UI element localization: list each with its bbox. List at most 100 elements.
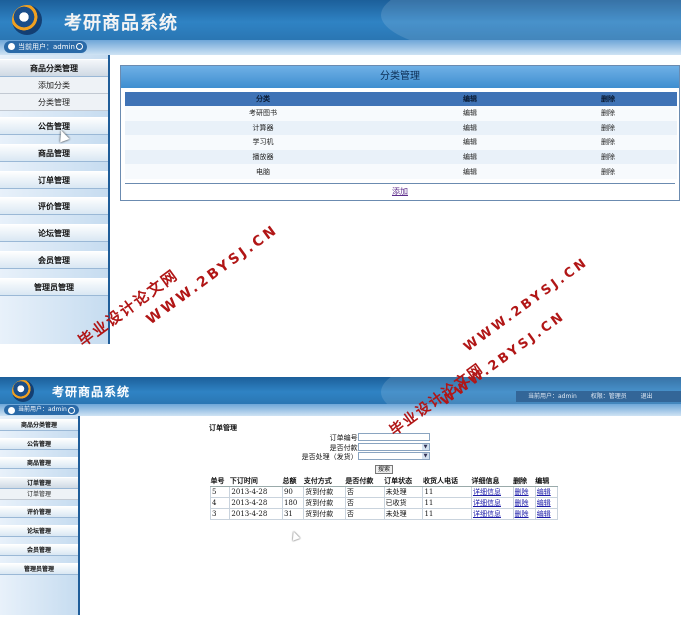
sidebar-submenu: 添加分类 分类管理 (0, 77, 108, 111)
detail-link[interactable]: 详细信息 (473, 499, 501, 507)
table-cell: 否 (344, 508, 385, 520)
sidebar-item[interactable]: 订单管理 (0, 476, 78, 489)
col-header: 是否付款 (345, 476, 385, 487)
category-name: 计算器 (125, 120, 401, 136)
sidebar-item[interactable]: 论坛管理 (0, 224, 108, 243)
edit-link[interactable]: 编辑 (537, 510, 551, 518)
col-header: 删除 (513, 476, 536, 487)
chevron-down-icon: ▼ (422, 453, 429, 459)
table-cell: 2013-4-28 (229, 497, 283, 509)
edit-link[interactable]: 编辑 (401, 120, 539, 136)
table-cell: 4 (209, 497, 231, 509)
detail-link[interactable]: 详细信息 (473, 488, 501, 496)
table-cell: 货到付款 (303, 508, 346, 520)
edit-link[interactable]: 编辑 (537, 488, 551, 496)
category-panel: 分类管理 分类 编辑 删除 考研图书 编辑 删除 计算器 编辑 删除 学习机 编辑 删除 播放器编… (120, 65, 680, 201)
table-cell: 详细信息 (470, 486, 514, 498)
sidebar-item[interactable]: 会员管理 (0, 543, 78, 556)
screenshot-category-management: 考研商品系统 当前用户：admin 商品分类管理 添加分类 分类管理 公告管理 商品管理… (0, 0, 681, 344)
col-header: 详细信息 (471, 476, 514, 487)
sidebar-item[interactable]: 商品管理 (0, 457, 78, 470)
edit-link[interactable]: 编辑 (401, 106, 539, 121)
delete-link[interactable]: 删除 (539, 135, 677, 150)
table-row: 播放器 编辑 删除 (125, 149, 677, 165)
panel-title: 分类管理 (121, 66, 679, 88)
sidebar-item[interactable]: 评价管理 (0, 197, 108, 216)
edit-link[interactable]: 编辑 (401, 149, 539, 165)
sidebar-item[interactable]: 管理员管理 (0, 563, 78, 576)
sidebar-item[interactable]: 会员管理 (0, 250, 108, 269)
sidebar-item[interactable]: 订单管理 (0, 170, 108, 189)
sidebar-item[interactable]: 论坛管理 (0, 524, 78, 537)
table-cell: 未处理 (383, 486, 424, 498)
mouse-cursor-icon (289, 529, 301, 542)
table-cell: 未处理 (383, 508, 424, 520)
user-icon (8, 43, 15, 50)
delete-link[interactable]: 删除 (515, 499, 529, 507)
refresh-icon[interactable] (75, 43, 83, 50)
delete-link[interactable]: 删除 (539, 120, 677, 136)
delete-link[interactable]: 删除 (539, 149, 677, 165)
sidebar-subitem[interactable]: 添加分类 (0, 77, 108, 94)
logout-link[interactable]: 退出 (641, 393, 653, 400)
current-user-pill: 当前用户：admin (4, 41, 87, 53)
header-user: 当前用户：admin (528, 393, 577, 400)
screenshot-order-management: 考研商品系统 当前用户：admin 权限：管理员 退出 当前用户：admin 商… (0, 377, 681, 615)
col-header: 单号 (210, 476, 230, 487)
delete-link[interactable]: 删除 (515, 510, 529, 518)
table-cell: 11 (422, 497, 472, 509)
sidebar-item[interactable]: 商品分类管理 (0, 419, 78, 431)
table-row: 3 2013-4-28 31 货到付款否未处理 11 详细信息 删除 编辑 (209, 508, 559, 520)
current-user-label: 当前用户：admin (18, 43, 75, 51)
current-user-label: 当前用户：admin (18, 406, 67, 413)
sidebar-item[interactable]: 商品分类管理 (0, 59, 108, 77)
sidebar: 商品分类管理 公告管理商品管理订单管理 订单管理评价管理论坛管理会员管理管理员管理 (0, 416, 80, 615)
sidebar-item[interactable]: 管理员管理 (0, 277, 108, 296)
col-header: 订单状态 (384, 476, 423, 487)
detail-link[interactable]: 详细信息 (473, 510, 501, 518)
sidebar: 商品分类管理 添加分类 分类管理公告管理商品管理订单管理评价管理论坛管理会员管理管理… (0, 55, 110, 344)
order-search-form: 订单编号: 是否付款: ▼ 是否处理（发货）: ▼ (280, 433, 440, 462)
table-cell: 11 (422, 508, 472, 520)
sidebar-item[interactable]: 商品管理 (0, 143, 108, 162)
category-name: 电脑 (125, 164, 401, 179)
delete-link[interactable]: 删除 (539, 164, 677, 179)
table-cell: 编辑 (534, 508, 559, 520)
app-logo-icon (12, 380, 34, 402)
table-cell: 删除 (512, 497, 536, 509)
delete-link[interactable]: 删除 (515, 488, 529, 496)
add-category-link[interactable]: 添加 (392, 187, 408, 196)
table-cell: 编辑 (534, 497, 559, 509)
paid-label: 是否付款: (329, 443, 360, 452)
col-header: 收货人电话 (422, 476, 472, 487)
edit-link[interactable]: 编辑 (401, 164, 539, 179)
search-button[interactable]: 搜索 (375, 465, 393, 474)
sidebar-item[interactable]: 评价管理 (0, 505, 78, 518)
table-cell: 90 (281, 486, 305, 498)
table-cell: 2013-4-28 (229, 508, 283, 520)
table-cell: 否 (344, 497, 385, 509)
table-cell: 2013-4-28 (229, 486, 283, 498)
table-row: 学习机 编辑 删除 (125, 135, 677, 150)
col-header-edit: 编辑 (401, 92, 539, 106)
table-cell: 11 (422, 486, 472, 498)
edit-link[interactable]: 编辑 (537, 499, 551, 507)
table-cell: 5 (209, 486, 231, 498)
add-row: 添加 (125, 183, 675, 200)
sidebar-subitem[interactable]: 分类管理 (0, 94, 108, 111)
chevron-down-icon: ▼ (422, 443, 429, 450)
order-table: 单号 下订时间 总额 支付方式 是否付款 订单状态 收货人电话 详细信息 删除 编辑 5 2013-… (209, 476, 559, 520)
category-name: 播放器 (125, 149, 401, 165)
table-row: 5 2013-4-28 90 货到付款否未处理 11 详细信息 删除 编辑 (209, 486, 559, 498)
table-cell: 已收货 (383, 497, 424, 509)
refresh-icon[interactable] (67, 407, 75, 414)
sidebar-item[interactable]: 公告管理 (0, 438, 78, 451)
table-cell: 3 (209, 508, 231, 520)
sidebar-subitem[interactable]: 订单管理 (0, 489, 78, 500)
page-title: 订单管理 (209, 423, 237, 432)
paid-select[interactable]: ▼ (358, 442, 430, 451)
edit-link[interactable]: 编辑 (401, 135, 539, 150)
processed-select[interactable]: ▼ (358, 452, 430, 460)
delete-link[interactable]: 删除 (539, 106, 677, 121)
sidebar-item[interactable]: 公告管理 (0, 117, 108, 135)
